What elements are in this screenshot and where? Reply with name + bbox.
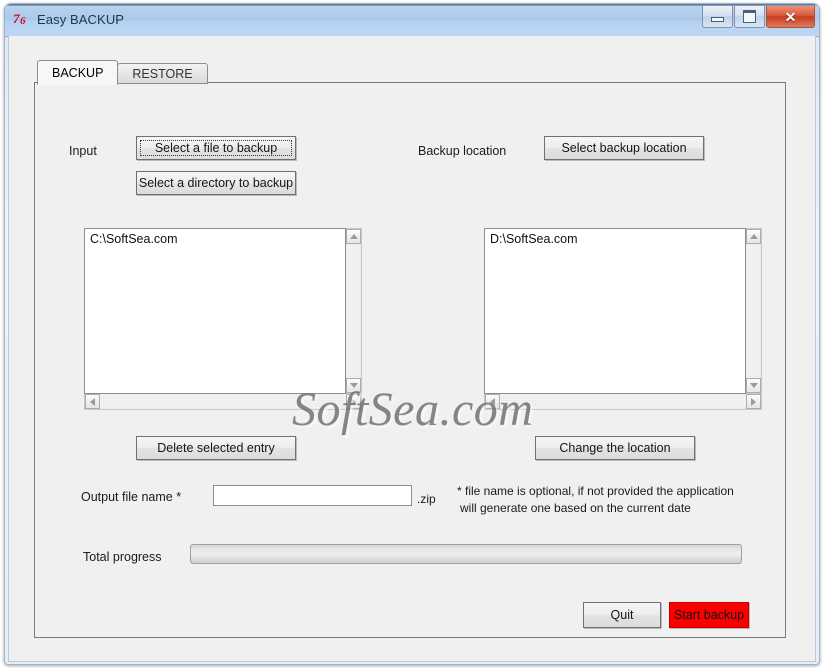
source-scroll-down-button[interactable]: [346, 378, 361, 393]
destination-list[interactable]: D:\SoftSea.com: [484, 228, 746, 394]
source-scroll-left-button[interactable]: [85, 394, 100, 409]
delete-selected-entry-label: Delete selected entry: [157, 441, 275, 455]
minimize-button[interactable]: [702, 6, 733, 28]
quit-button[interactable]: Quit: [583, 602, 661, 628]
chevron-right-icon: [351, 397, 356, 406]
input-label: Input: [69, 144, 97, 158]
tab-restore-label: RESTORE: [132, 66, 193, 81]
destination-list-horizontal-scrollbar[interactable]: [484, 394, 762, 410]
source-scroll-right-button[interactable]: [346, 394, 361, 409]
client-area: BACKUP RESTORE Input Select a file to ba…: [8, 36, 816, 662]
start-backup-label: Start backup: [673, 608, 745, 622]
window-controls: ✕: [701, 6, 815, 28]
maximize-button[interactable]: [734, 6, 765, 28]
output-file-name-label: Output file name *: [81, 490, 182, 504]
delete-selected-entry-button[interactable]: Delete selected entry: [136, 436, 296, 460]
quit-label: Quit: [610, 608, 634, 622]
source-scroll-up-button[interactable]: [346, 229, 361, 244]
destination-list-item[interactable]: D:\SoftSea.com: [485, 229, 745, 246]
tab-backup[interactable]: BACKUP: [37, 60, 119, 85]
select-backup-location-label: Select backup location: [561, 141, 687, 155]
chevron-up-icon: [749, 234, 758, 239]
change-the-location-label: Change the location: [559, 441, 671, 455]
title-bar: 7 6 Easy BACKUP ✕: [5, 4, 819, 37]
destination-list-vertical-scrollbar[interactable]: [746, 228, 762, 394]
output-file-name-note-line-1: * file name is optional, if not provided…: [457, 484, 734, 498]
tab-strip: BACKUP RESTORE: [37, 60, 208, 85]
select-directory-to-backup-label: Select a directory to backup: [138, 176, 294, 190]
select-backup-location-button[interactable]: Select backup location: [544, 136, 704, 160]
select-directory-to-backup-button[interactable]: Select a directory to backup: [136, 171, 296, 195]
application-window: 7 6 Easy BACKUP ✕ BACKUP RESTORE Input S…: [4, 3, 820, 665]
destination-scroll-right-button[interactable]: [746, 394, 761, 409]
maximize-icon: [743, 10, 756, 23]
start-backup-button[interactable]: Start backup: [669, 602, 749, 628]
change-the-location-button[interactable]: Change the location: [535, 436, 695, 460]
total-progress-label: Total progress: [83, 550, 162, 564]
backup-tab-panel: Input Select a file to backup Select a d…: [34, 82, 786, 638]
destination-scroll-left-button[interactable]: [485, 394, 500, 409]
output-extension-label: .zip: [417, 492, 436, 506]
chevron-up-icon: [349, 234, 358, 239]
output-file-name-input[interactable]: [213, 485, 412, 506]
window-title: Easy BACKUP: [37, 11, 125, 27]
svg-text:6: 6: [20, 15, 26, 27]
chevron-down-icon: [749, 383, 758, 388]
svg-text:7: 7: [13, 11, 20, 26]
close-button[interactable]: ✕: [766, 6, 815, 28]
chevron-right-icon: [751, 397, 756, 406]
chevron-down-icon: [349, 383, 358, 388]
select-file-to-backup-label: Select a file to backup: [154, 141, 278, 155]
select-file-to-backup-button[interactable]: Select a file to backup: [136, 136, 296, 160]
total-progress-bar: [190, 544, 742, 564]
backup-location-label: Backup location: [418, 144, 507, 158]
output-file-name-note-line-2: will generate one based on the current d…: [460, 501, 691, 515]
destination-scroll-down-button[interactable]: [746, 378, 761, 393]
title-bar-left: 7 6 Easy BACKUP: [13, 10, 124, 28]
close-icon: ✕: [784, 8, 797, 25]
chevron-left-icon: [90, 397, 95, 406]
chevron-left-icon: [490, 397, 495, 406]
tab-backup-label: BACKUP: [52, 65, 104, 80]
destination-scroll-up-button[interactable]: [746, 229, 761, 244]
minimize-icon: [711, 17, 724, 22]
tab-restore[interactable]: RESTORE: [117, 63, 208, 84]
source-list-vertical-scrollbar[interactable]: [346, 228, 362, 394]
autoit-app-icon: 7 6: [13, 10, 31, 28]
source-list-item[interactable]: C:\SoftSea.com: [85, 229, 345, 246]
source-list[interactable]: C:\SoftSea.com: [84, 228, 346, 394]
source-list-horizontal-scrollbar[interactable]: [84, 394, 362, 410]
